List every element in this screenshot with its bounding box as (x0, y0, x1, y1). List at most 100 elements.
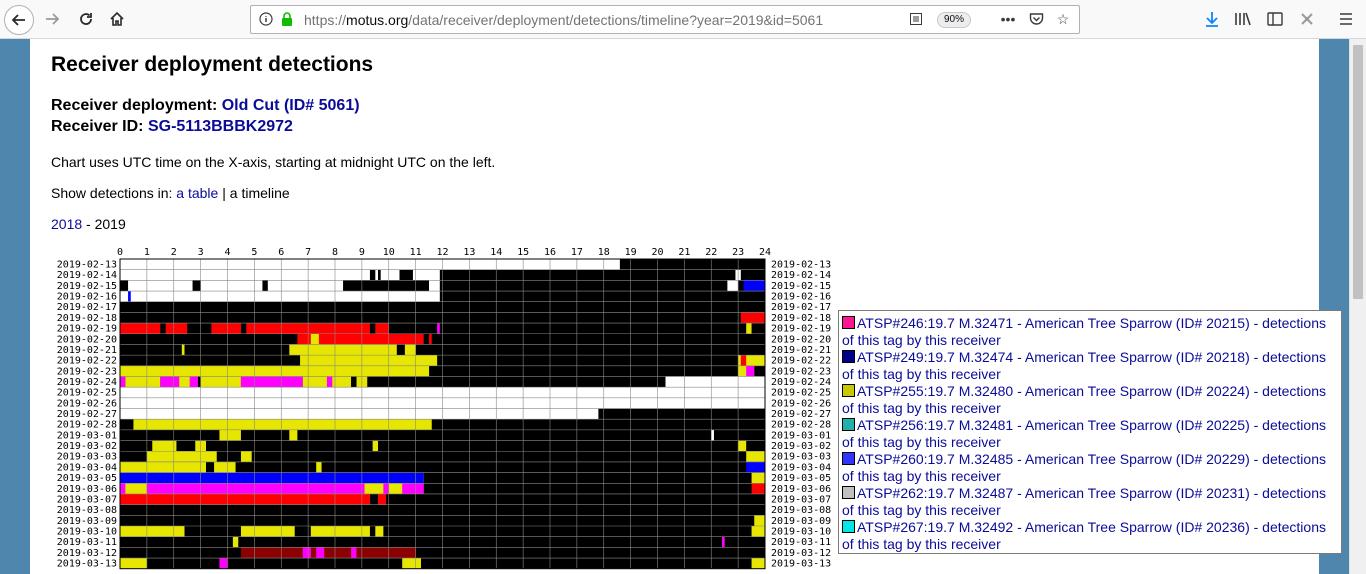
scrollbar-thumb[interactable] (1353, 45, 1363, 299)
legend-label[interactable]: ATSP#256:19.7 M.32481 - American Tree Sp… (842, 417, 1326, 450)
date-label-right: 2019-03-09 (771, 516, 831, 527)
detection-segment (120, 461, 206, 473)
detection-segment (738, 440, 747, 452)
detection-segment (120, 269, 440, 281)
legend-item[interactable]: ATSP#260:19.7 M.32485 - American Tree Sp… (842, 451, 1337, 485)
legend-item[interactable]: ATSP#255:19.7 M.32480 - American Tree Sp… (842, 383, 1337, 417)
legend-label[interactable]: ATSP#246:19.7 M.32471 - American Tree Sp… (842, 315, 1326, 348)
detection-segment (310, 526, 370, 537)
x-tick-label: 21 (678, 247, 690, 258)
detection-segment (120, 280, 129, 292)
x-tick-label: 13 (463, 247, 475, 258)
x-tick-label: 4 (224, 247, 230, 258)
back-button[interactable] (4, 5, 34, 35)
x-tick-label: 20 (651, 247, 663, 258)
date-label-right: 2019-02-16 (771, 292, 831, 303)
detection-segment (746, 323, 752, 334)
detection-segment (189, 376, 198, 388)
legend-item[interactable]: ATSP#249:19.7 M.32474 - American Tree Sp… (842, 349, 1337, 383)
date-label-left: 2019-02-24 (57, 377, 117, 388)
detection-segment (751, 526, 765, 537)
detection-segment (423, 472, 765, 484)
legend-item[interactable]: ATSP#256:19.7 M.32481 - American Tree Sp… (842, 417, 1337, 451)
date-label-right: 2019-02-26 (771, 398, 831, 409)
legend: ATSP#246:19.7 M.32471 - American Tree Sp… (838, 310, 1342, 554)
info-icon[interactable] (257, 10, 275, 28)
legend-label[interactable]: ATSP#262:19.7 M.32487 - American Tree Sp… (842, 485, 1326, 518)
detection-segment (316, 461, 322, 473)
date-label-left: 2019-02-14 (57, 270, 117, 281)
date-label-left: 2019-02-27 (57, 409, 117, 420)
detection-segment (120, 365, 430, 377)
lock-icon[interactable] (278, 10, 296, 28)
detection-segment (219, 429, 241, 441)
detection-segment (751, 558, 765, 569)
x-tick-label: 7 (305, 247, 311, 258)
date-label-right: 2019-02-13 (771, 260, 831, 271)
detection-segment (232, 536, 239, 548)
x-tick-label: 12 (436, 247, 448, 258)
date-label-right: 2019-03-13 (771, 559, 831, 570)
legend-swatch (842, 452, 855, 465)
detection-segment (743, 280, 765, 292)
home-icon (110, 11, 124, 26)
address-bar[interactable]: https://motus.org/data/receiver/deployme… (250, 5, 1080, 34)
x-tick-label: 14 (490, 247, 502, 258)
detection-segment (437, 323, 440, 334)
legend-label[interactable]: ATSP#255:19.7 M.32480 - American Tree Sp… (842, 383, 1326, 416)
menu-icon[interactable] (1336, 9, 1356, 29)
date-label-left: 2019-03-07 (57, 494, 117, 505)
detection-segment (738, 280, 744, 292)
x-tick-label: 23 (732, 247, 744, 258)
detection-segment (343, 280, 430, 292)
reader-view-icon[interactable] (907, 10, 925, 28)
date-label-left: 2019-02-17 (57, 302, 117, 313)
detection-segment (375, 323, 389, 334)
legend-label[interactable]: ATSP#260:19.7 M.32485 - American Tree Sp… (842, 451, 1326, 484)
legend-label[interactable]: ATSP#249:19.7 M.32474 - American Tree Sp… (842, 349, 1326, 382)
page-actions-icon[interactable]: ••• (999, 10, 1017, 28)
reload-button[interactable] (72, 5, 100, 33)
detection-segment (372, 440, 378, 452)
detection-segment (754, 515, 765, 526)
detection-segment (439, 291, 765, 302)
detection-segment (240, 451, 252, 462)
date-label-left: 2019-03-09 (57, 516, 117, 527)
detection-segment (289, 429, 298, 441)
url-scheme: https:// (304, 12, 347, 28)
detection-segment (120, 558, 147, 569)
date-label-left: 2019-03-12 (57, 548, 117, 559)
x-tick-label: 15 (517, 247, 529, 258)
browser-toolbar: https://motus.org/data/receiver/deployme… (0, 0, 1366, 39)
zoom-level[interactable]: 90% (937, 12, 972, 28)
url-text[interactable]: https://motus.org/data/receiver/deployme… (304, 12, 823, 28)
detection-segment (300, 355, 438, 366)
sidebar-icon[interactable] (1265, 9, 1285, 29)
date-label-left: 2019-02-20 (57, 334, 117, 345)
forward-button[interactable] (38, 5, 66, 33)
date-label-left: 2019-02-25 (57, 388, 117, 399)
library-icon[interactable] (1233, 9, 1253, 29)
home-button[interactable] (103, 5, 131, 33)
legend-swatch (842, 384, 855, 397)
x-tick-label: 8 (332, 247, 338, 258)
detection-segment (152, 440, 177, 452)
date-label-right: 2019-02-14 (771, 270, 831, 281)
x-tick-label: 5 (251, 247, 257, 258)
legend-item[interactable]: ATSP#267:19.7 M.32492 - American Tree Sp… (842, 519, 1337, 553)
legend-item[interactable]: ATSP#262:19.7 M.32487 - American Tree Sp… (842, 485, 1337, 519)
date-label-left: 2019-02-13 (57, 260, 117, 271)
downloads-icon[interactable] (1202, 9, 1222, 29)
x-tick-label: 0 (117, 247, 123, 258)
legend-label[interactable]: ATSP#267:19.7 M.32492 - American Tree Sp… (842, 519, 1326, 552)
vertical-scrollbar[interactable] (1349, 39, 1366, 574)
bookmark-star-icon[interactable]: ☆ (1054, 10, 1072, 28)
pocket-icon[interactable] (1027, 10, 1045, 28)
x-tick-label: 16 (544, 247, 556, 258)
detection-segment (316, 547, 325, 559)
legend-item[interactable]: ATSP#246:19.7 M.32471 - American Tree Sp… (842, 315, 1337, 349)
extensions-icon[interactable] (1297, 9, 1317, 29)
detection-segment (120, 493, 370, 505)
date-label-left: 2019-02-28 (57, 420, 117, 431)
date-label-left: 2019-02-16 (57, 292, 117, 303)
